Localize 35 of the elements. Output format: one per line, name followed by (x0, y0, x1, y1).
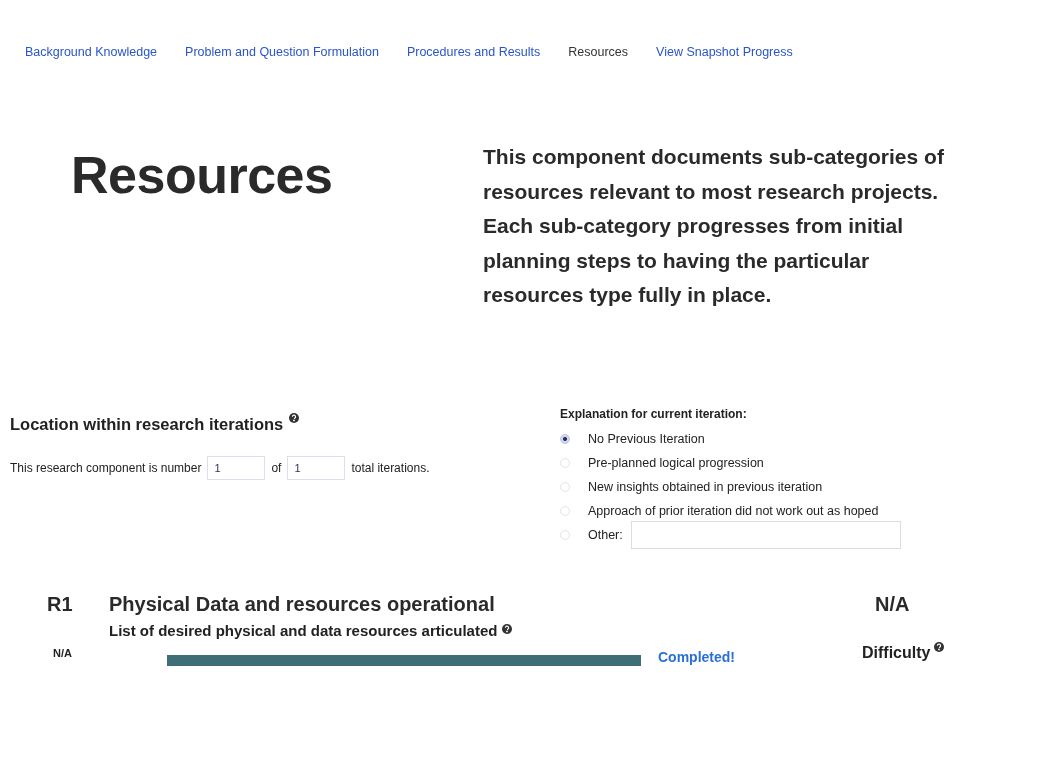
nav-link[interactable]: View Snapshot Progress (656, 45, 793, 59)
total-field[interactable]: 1 (287, 455, 346, 480)
sentence-text: This research component is number (10, 460, 202, 475)
item-rating: N/A (52, 647, 73, 659)
component-title: Physical Data and resources operational (109, 592, 496, 616)
nav-link[interactable]: Procedures and Results (406, 45, 541, 59)
help-icon[interactable] (934, 642, 945, 652)
difficulty-label: Difficulty (862, 644, 931, 662)
rating-text: N/A (875, 592, 910, 616)
radio-button[interactable] (560, 433, 570, 444)
other-field[interactable] (630, 520, 901, 549)
sentence-text: of (271, 460, 282, 475)
item-title: List of desired physical and data resources articulated (109, 621, 498, 639)
option-label: Approach of prior iteration did not work out as hoped (588, 503, 879, 518)
option-label: Other: (588, 527, 623, 542)
status-text: Completed! (658, 649, 736, 665)
sentence-text: total iterations. (351, 460, 430, 475)
section-title: Explanation for current iteration: (560, 406, 748, 421)
nav-link[interactable]: Background Knowledge (25, 45, 158, 59)
help-icon[interactable] (289, 412, 300, 423)
option-label: New insights obtained in previous iteration (588, 479, 823, 494)
nav-link[interactable]: Problem and Question Formulation (185, 45, 379, 59)
option-label: Pre-planned logical progression (588, 455, 764, 470)
page-heading: Resources (70, 145, 334, 206)
radio-button[interactable] (560, 505, 570, 516)
nav-link[interactable]: Resources (568, 45, 629, 59)
component-code: R1 (46, 592, 74, 616)
description: This component documents sub-categories of resources relevant to most research projects. Each sub-category progresses from initial planning steps to having the particular resources type fully in place. (483, 144, 945, 308)
help-icon[interactable] (502, 624, 513, 634)
number-field[interactable]: 1 (207, 455, 266, 480)
radio-button[interactable] (560, 529, 570, 540)
radio-button[interactable] (560, 481, 570, 492)
option-label: No Previous Iteration (588, 431, 705, 446)
radio-button[interactable] (560, 457, 570, 468)
section-title: Location within research iterations (10, 414, 284, 434)
